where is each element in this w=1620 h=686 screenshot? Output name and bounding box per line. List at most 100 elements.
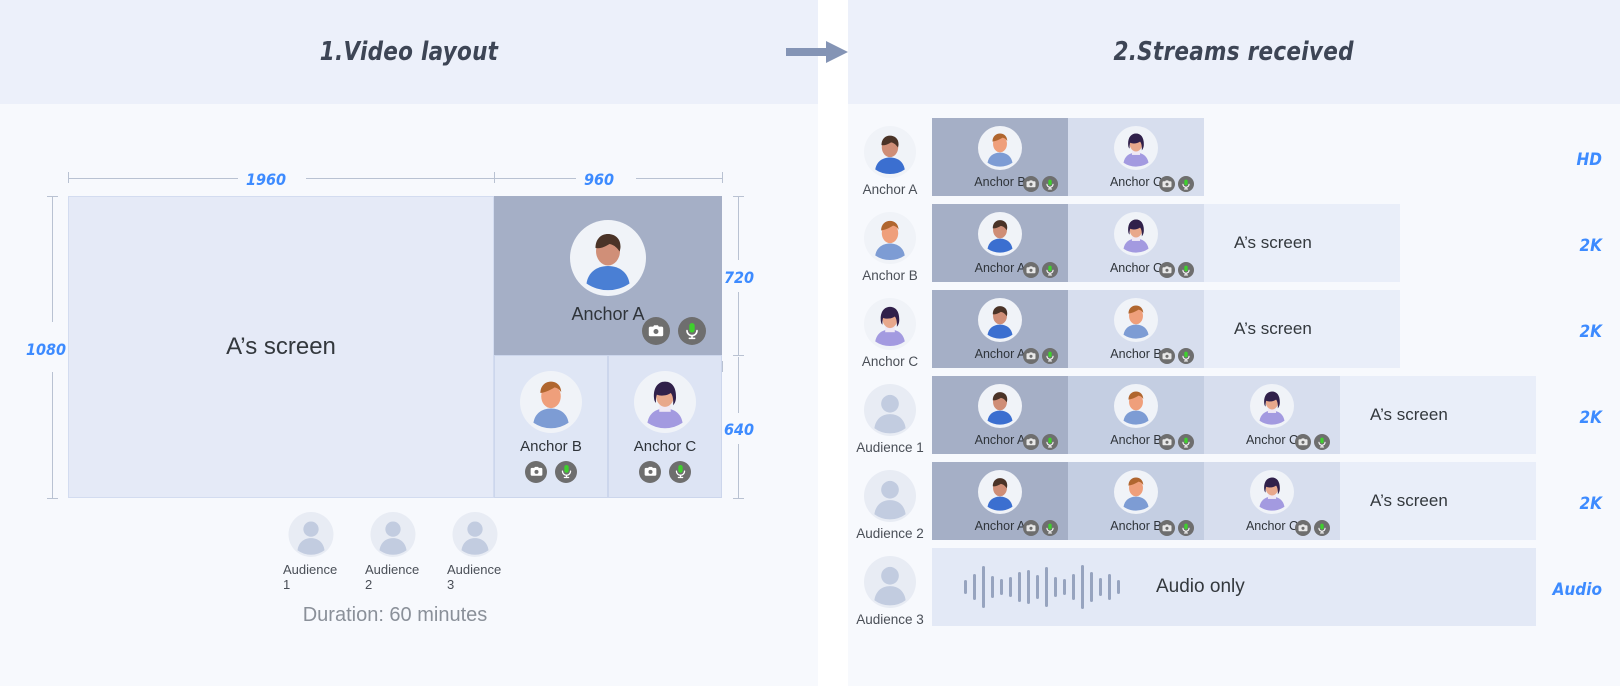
stream-row-user: Audience 3 xyxy=(848,548,932,634)
stream-row-user: Anchor B xyxy=(848,204,932,290)
dim-label-1960: 1960 xyxy=(246,170,287,189)
anchor-b-avatar-icon xyxy=(1114,384,1158,428)
microphone-icon[interactable] xyxy=(555,460,577,483)
stream-cell[interactable]: Anchor A xyxy=(932,290,1068,368)
stream-row-user: Anchor C xyxy=(848,290,932,376)
stream-row-user-label: Audience 2 xyxy=(856,525,924,541)
camera-icon[interactable] xyxy=(1023,262,1039,278)
screen-share-cell[interactable]: A’s screen xyxy=(1340,462,1536,540)
camera-icon[interactable] xyxy=(525,460,547,483)
stream-cell[interactable]: Anchor B xyxy=(1068,290,1204,368)
stream-cell-badges xyxy=(1023,262,1058,278)
stream-cell[interactable]: Anchor B xyxy=(1068,462,1204,540)
microphone-icon[interactable] xyxy=(1178,520,1194,536)
stream-cell[interactable]: Anchor C xyxy=(1068,204,1204,282)
audience-item: Audience 2 xyxy=(365,512,421,592)
stream-cell[interactable]: Anchor C xyxy=(1204,376,1340,454)
stream-row: Audience 1 Anchor A Anchor B Anchor C A’… xyxy=(848,376,1620,462)
stream-cell[interactable]: Anchor A xyxy=(932,204,1068,282)
dim-label-640: 640 xyxy=(724,420,755,439)
camera-icon[interactable] xyxy=(1159,434,1175,450)
anchor-b-tile-label: Anchor B xyxy=(520,437,582,455)
audience-label: Audience 1 xyxy=(283,562,338,592)
composed-video-stage: A’s screen Anchor A Anchor B Anchor C xyxy=(68,196,722,498)
microphone-icon[interactable] xyxy=(1178,434,1194,450)
microphone-icon[interactable] xyxy=(1042,434,1058,450)
audience-label: Audience 3 xyxy=(447,562,502,592)
audio-waveform-icon xyxy=(964,564,1120,610)
stream-row-user: Anchor A xyxy=(848,118,932,204)
dim-tick-480c-right xyxy=(722,361,723,372)
stream-cell[interactable]: Anchor B xyxy=(1068,376,1204,454)
microphone-icon[interactable] xyxy=(1178,176,1194,192)
microphone-icon[interactable] xyxy=(1042,520,1058,536)
stream-cell[interactable]: Anchor C xyxy=(1204,462,1340,540)
screen-share-cell[interactable]: A’s screen xyxy=(1340,376,1536,454)
avatar-icon xyxy=(864,555,916,608)
camera-icon[interactable] xyxy=(642,317,670,345)
anchor-c-tile-label: Anchor C xyxy=(633,437,697,455)
video-layout-header: 1.Video layout xyxy=(0,0,818,104)
streams-received-header: 2.Streams received xyxy=(848,0,1620,104)
stream-cell-badges xyxy=(1159,520,1194,536)
microphone-icon[interactable] xyxy=(1042,262,1058,278)
stream-cell[interactable]: Anchor B xyxy=(932,118,1068,196)
stream-cell-badges xyxy=(1159,262,1194,278)
stream-row: Audience 2 Anchor A Anchor B Anchor C A’… xyxy=(848,462,1620,548)
anchor-a-tile: Anchor A xyxy=(494,196,722,355)
stream-row-user-label: Audience 3 xyxy=(856,611,924,627)
camera-icon[interactable] xyxy=(1023,348,1039,364)
camera-icon[interactable] xyxy=(1023,434,1039,450)
screen-share-cell[interactable]: A’s screen xyxy=(1204,290,1400,368)
stream-row-user: Audience 1 xyxy=(848,376,932,462)
stream-cell-badges xyxy=(1023,176,1058,192)
screen-share-cell[interactable]: A’s screen xyxy=(1204,204,1400,282)
dim-tick-bottom-640 xyxy=(733,498,744,499)
camera-icon[interactable] xyxy=(1023,520,1039,536)
camera-icon[interactable] xyxy=(1295,520,1311,536)
anchor-a-avatar-icon xyxy=(978,212,1022,256)
anchor-a-avatar-icon xyxy=(570,220,646,296)
microphone-icon[interactable] xyxy=(1042,348,1058,364)
camera-icon[interactable] xyxy=(1159,176,1175,192)
anchor-c-avatar-icon xyxy=(1114,212,1158,256)
stream-row-cells: Anchor A Anchor C A’s screen xyxy=(932,204,1620,282)
stream-cell[interactable]: Anchor A xyxy=(932,462,1068,540)
anchor-c-avatar-icon xyxy=(634,370,696,433)
camera-icon[interactable] xyxy=(1159,262,1175,278)
stream-cell[interactable]: Anchor C xyxy=(1068,118,1204,196)
avatar-icon xyxy=(864,469,916,522)
microphone-icon[interactable] xyxy=(1178,348,1194,364)
avatar-icon xyxy=(452,512,498,557)
anchor-b-avatar-icon xyxy=(1114,298,1158,342)
camera-icon[interactable] xyxy=(1159,348,1175,364)
dim-tick-bottom-1080 xyxy=(47,498,58,499)
anchor-b-tile-badges xyxy=(525,460,577,483)
dim-tick-mid-720 xyxy=(733,355,744,356)
stream-cell-badges xyxy=(1295,434,1330,450)
microphone-icon[interactable] xyxy=(1314,434,1330,450)
stream-cell-badges xyxy=(1023,520,1058,536)
stream-row: Audience 3 Audio only xyxy=(848,548,1620,634)
camera-icon[interactable] xyxy=(1159,520,1175,536)
anchor-b-tile: Anchor B xyxy=(494,355,608,498)
anchor-b-avatar-icon xyxy=(864,211,916,264)
microphone-icon[interactable] xyxy=(1178,262,1194,278)
avatar-icon xyxy=(370,512,416,557)
microphone-icon[interactable] xyxy=(1042,176,1058,192)
stream-cell-avatar xyxy=(978,126,1022,175)
camera-icon[interactable] xyxy=(1023,176,1039,192)
arrow-right-icon xyxy=(786,41,848,63)
microphone-icon[interactable] xyxy=(678,317,706,345)
video-layout-title: 1.Video layout xyxy=(319,37,499,67)
camera-icon[interactable] xyxy=(639,460,661,483)
audience-item: Audience 3 xyxy=(447,512,503,592)
camera-icon[interactable] xyxy=(1295,434,1311,450)
anchor-a-avatar-icon xyxy=(978,298,1022,342)
stream-cell[interactable]: Anchor A xyxy=(932,376,1068,454)
anchor-c-avatar-icon xyxy=(864,297,916,350)
microphone-icon[interactable] xyxy=(1314,520,1330,536)
anchor-b-avatar-icon xyxy=(1114,470,1158,514)
stream-cell-badges xyxy=(1023,434,1058,450)
microphone-icon[interactable] xyxy=(669,460,691,483)
